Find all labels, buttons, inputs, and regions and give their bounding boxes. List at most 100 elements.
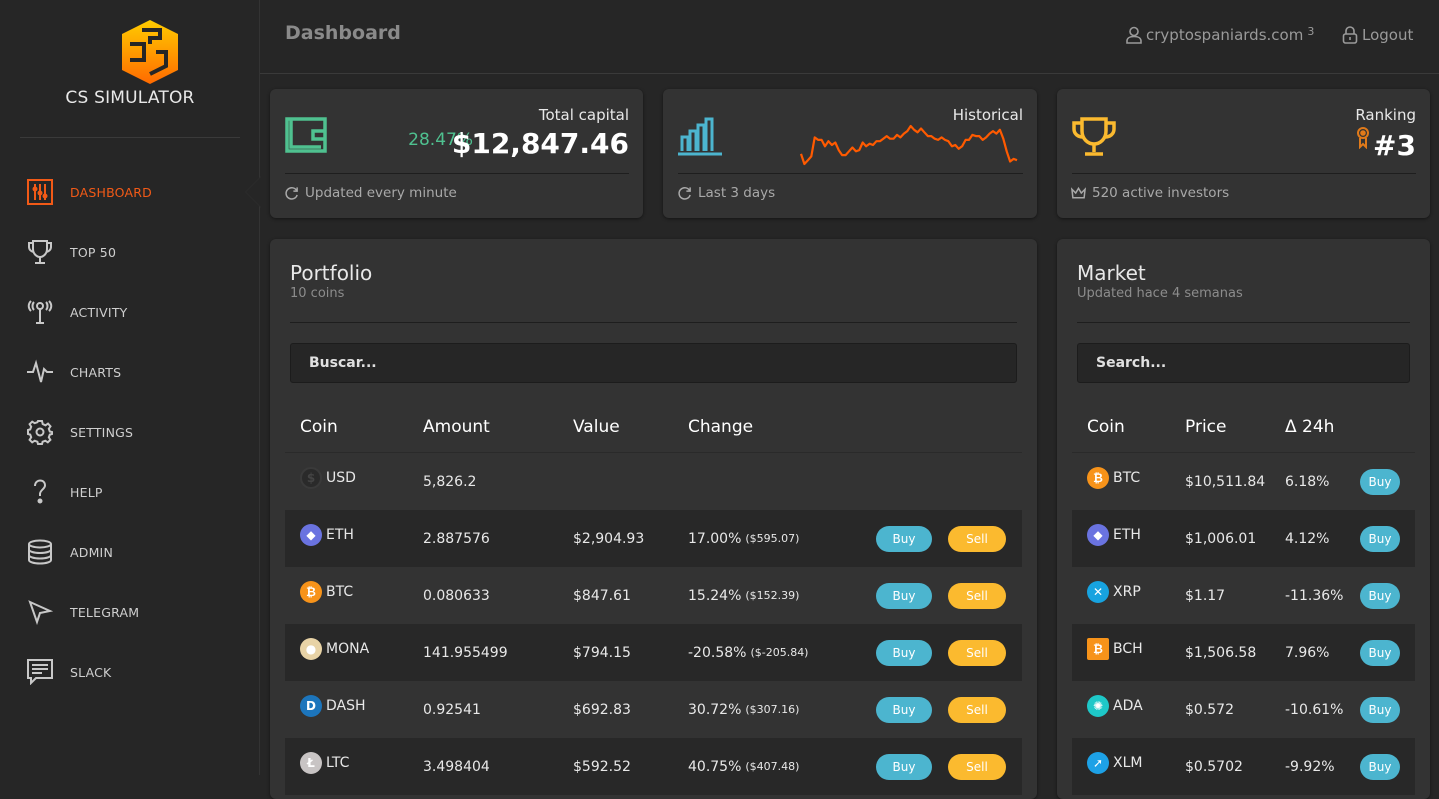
amount-cell: 3.498404 <box>423 758 490 775</box>
xlm-icon: ➚ <box>1087 751 1109 774</box>
price-cell: $1.17 <box>1185 587 1226 604</box>
pulse-icon <box>26 358 54 386</box>
coin-symbol: ETH <box>1113 526 1141 543</box>
coin-symbol: DASH <box>326 697 366 714</box>
sidebar-item-dashboard[interactable]: DASHBOARD <box>0 162 261 222</box>
sidebar-item-label: ACTIVITY <box>70 304 128 320</box>
coin-cell: Ł LTC <box>300 738 349 795</box>
bch-icon: ₿ <box>1087 637 1109 660</box>
market-row: ₿ BTC $10,511.84 6.18% Buy <box>1072 453 1415 510</box>
sidebar-item-telegram[interactable]: TELEGRAM <box>0 582 260 642</box>
actions-cell: Buy <box>1360 453 1400 510</box>
coin-cell: ₿ BTC <box>300 567 353 624</box>
coin-cell: ₿ BTC <box>1087 453 1140 510</box>
amount-cell: 2.887576 <box>423 530 490 547</box>
change-usd: ($152.39) <box>745 589 800 602</box>
user-icon <box>1126 26 1142 44</box>
change-cell: 30.72% ($307.16) <box>688 681 799 738</box>
sell-button[interactable]: Sell <box>948 696 1006 723</box>
actions-cell: Buy <box>1360 681 1400 738</box>
buy-button[interactable]: Buy <box>1360 525 1400 552</box>
column-header-price[interactable]: Price <box>1185 417 1226 437</box>
xrp-icon: ✕ <box>1087 580 1109 603</box>
market-row: ✕ XRP $1.17 -11.36% Buy <box>1072 567 1415 624</box>
coin-symbol: USD <box>326 469 356 486</box>
trophy-icon <box>1072 117 1116 161</box>
portfolio-search-input[interactable] <box>290 343 1017 383</box>
eth-icon: ◆ <box>300 523 322 546</box>
refresh-icon <box>285 186 298 200</box>
actions-cell: Buy <box>1360 567 1400 624</box>
buy-button[interactable]: Buy <box>1360 639 1400 666</box>
coin-cell: ₿ BCH <box>1087 624 1143 681</box>
sidebar-item-charts[interactable]: CHARTS <box>0 342 260 402</box>
sidebar-item-admin[interactable]: ADMIN <box>0 522 260 582</box>
amount-cell: 141.955499 <box>423 644 508 661</box>
change-percent: -20.58% <box>688 644 747 661</box>
buy-button[interactable]: Buy <box>1360 753 1400 780</box>
buy-button[interactable]: Buy <box>1360 582 1400 609</box>
portfolio-row: $ USD 5,826.2 <box>285 453 1022 510</box>
price-cell: $0.5702 <box>1185 758 1243 775</box>
price-cell: $10,511.84 <box>1185 473 1266 490</box>
column-header-coin[interactable]: Coin <box>1087 417 1125 437</box>
user-link[interactable]: cryptospaniards.com 3 <box>1126 25 1314 44</box>
change-percent: 15.24% <box>688 587 742 604</box>
price-cell: $1,506.58 <box>1185 644 1257 661</box>
portfolio-row: D DASH 0.92541 $692.83 30.72% ($307.16) Bu… <box>285 681 1022 738</box>
sell-button[interactable]: Sell <box>948 753 1006 780</box>
historical-sparkline[interactable] <box>798 123 1020 167</box>
logout-button[interactable]: Logout <box>1342 26 1413 44</box>
column-header-change[interactable]: Change <box>688 417 753 437</box>
sidebar-item-label: SETTINGS <box>70 424 134 440</box>
actions-cell: Buy Sell <box>876 510 1006 567</box>
brand[interactable]: CS SIMULATOR <box>20 0 240 138</box>
actions-cell: Buy <box>1360 510 1400 567</box>
sidebar-item-settings[interactable]: SETTINGS <box>0 402 260 462</box>
market-search-input[interactable] <box>1077 343 1410 383</box>
actions-cell: Buy Sell <box>876 681 1006 738</box>
change-percent: 30.72% <box>688 701 742 718</box>
buy-button[interactable]: Buy <box>1360 468 1400 495</box>
portfolio-row: ◆ ETH 2.887576 $2,904.93 17.00% ($595.07) … <box>285 510 1022 567</box>
column-header-value[interactable]: Value <box>573 417 620 437</box>
top-bar: Dashboard cryptospaniards.com 3 Logout <box>260 0 1439 74</box>
buy-button[interactable]: Buy <box>876 639 932 666</box>
change-24h-cell: -9.92% <box>1285 758 1335 775</box>
sidebar-item-help[interactable]: HELP <box>0 462 260 522</box>
sell-button[interactable]: Sell <box>948 582 1006 609</box>
sidebar-item-label: SLACK <box>70 664 112 680</box>
sidebar-item-activity[interactable]: ACTIVITY <box>0 282 260 342</box>
buy-button[interactable]: Buy <box>876 696 932 723</box>
divider <box>285 173 629 174</box>
buy-button[interactable]: Buy <box>1360 696 1400 723</box>
buy-button[interactable]: Buy <box>876 582 932 609</box>
capital-value: $12,847.46 <box>451 127 629 160</box>
capital-label: Total capital <box>538 106 629 124</box>
column-header-amount[interactable]: Amount <box>423 417 490 437</box>
send-arrow-icon <box>26 598 54 626</box>
gear-icon <box>26 418 54 446</box>
capital-card: Total capital 28.47% $12,847.46 Updated … <box>270 89 643 218</box>
dash-icon: D <box>300 694 322 717</box>
sidebar-item-slack[interactable]: SLACK <box>0 642 260 702</box>
historical-card: Historical Last 3 days <box>663 89 1037 218</box>
coin-symbol: XLM <box>1113 754 1143 771</box>
portfolio-row: ₿ BTC 0.080633 $847.61 15.24% ($152.39) Bu… <box>285 567 1022 624</box>
trophy-icon <box>26 238 54 266</box>
sell-button[interactable]: Sell <box>948 639 1006 666</box>
amount-cell: 5,826.2 <box>423 473 477 490</box>
column-header-change-24h[interactable]: Δ 24h <box>1285 417 1334 437</box>
market-subtitle: Updated hace 4 semanas <box>1077 286 1243 301</box>
divider <box>1072 173 1416 174</box>
value-cell: $592.52 <box>573 758 631 775</box>
buy-button[interactable]: Buy <box>876 753 932 780</box>
sidebar-item-top-50[interactable]: TOP 50 <box>0 222 260 282</box>
column-header-coin[interactable]: Coin <box>300 417 338 437</box>
change-cell: -20.58% ($-205.84) <box>688 624 808 681</box>
logo-icon <box>122 20 178 84</box>
sell-button[interactable]: Sell <box>948 525 1006 552</box>
buy-button[interactable]: Buy <box>876 525 932 552</box>
sliders-icon <box>26 178 54 206</box>
coin-symbol: BTC <box>1113 469 1141 486</box>
